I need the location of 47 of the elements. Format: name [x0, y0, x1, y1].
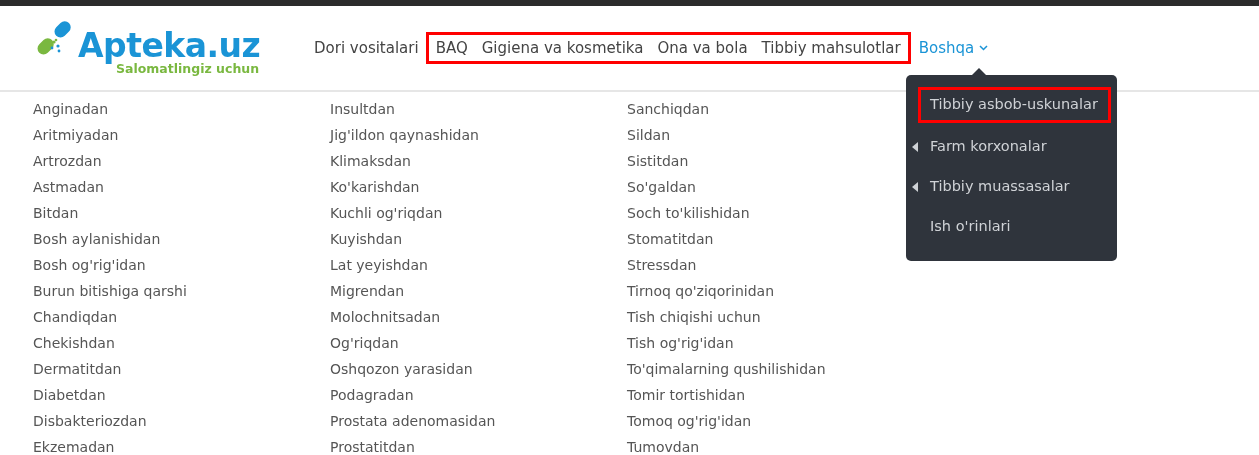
category-link[interactable]: Ko'karishdan [330, 174, 627, 200]
category-link[interactable]: Lat yeyishdan [330, 252, 627, 278]
category-link[interactable]: Kuchli og'riqdan [330, 200, 627, 226]
category-link[interactable]: Prostatitdan [330, 434, 627, 455]
category-link[interactable]: Podagradan [330, 382, 627, 408]
nav-link[interactable]: BAQ [428, 36, 475, 60]
category-link[interactable]: Tish og'rig'idan [627, 330, 924, 356]
category-link[interactable]: Migrendan [330, 278, 627, 304]
category-link[interactable]: Chandiqdan [33, 304, 330, 330]
chevron-down-icon [979, 45, 988, 52]
category-link[interactable]: Artrozdan [33, 148, 330, 174]
category-link[interactable]: Anginadan [33, 96, 330, 122]
menu-item[interactable]: Ish o'rinlari [906, 207, 1117, 247]
logo-tagline: Salomatlingiz uchun [116, 62, 261, 76]
category-link[interactable]: Bitdan [33, 200, 330, 226]
category-link[interactable]: Disbakteriozdan [33, 408, 330, 434]
category-link[interactable]: Bosh aylanishidan [33, 226, 330, 252]
category-link[interactable]: Bosh og'rig'idan [33, 252, 330, 278]
nav-link[interactable]: Dori vositalari [307, 36, 426, 60]
category-link[interactable]: To'qimalarning qushilishidan [627, 356, 924, 382]
nav-link[interactable]: Ona va bola [650, 36, 755, 60]
category-link[interactable]: Dermatitdan [33, 356, 330, 382]
category-link[interactable]: Tumovdan [627, 434, 924, 455]
category-link[interactable]: Jig'ildon qaynashidan [330, 122, 627, 148]
category-link[interactable]: Diabetdan [33, 382, 330, 408]
category-link[interactable]: Ekzemadan [33, 434, 330, 455]
category-link[interactable]: Tomoq og'rig'idan [627, 408, 924, 434]
nav-link[interactable]: Gigiena va kosmetika [474, 36, 651, 60]
menu-item[interactable]: Tibbiy muassasalar [906, 167, 1117, 207]
category-link[interactable]: Molochnitsadan [330, 304, 627, 330]
nav-link[interactable]: Tibbiy mahsulotlar [754, 36, 908, 60]
category-link[interactable]: Og'riqdan [330, 330, 627, 356]
category-link[interactable]: Tomir tortishidan [627, 382, 924, 408]
category-link[interactable]: Oshqozon yarasidan [330, 356, 627, 382]
category-link[interactable]: Burun bitishiga qarshi [33, 278, 330, 304]
category-link[interactable]: Chekishdan [33, 330, 330, 356]
category-link[interactable]: Klimaksdan [330, 148, 627, 174]
category-link[interactable]: Kuyishdan [330, 226, 627, 252]
menu-item[interactable]: Tibbiy asbob-uskunalar [918, 87, 1111, 123]
category-link[interactable]: Tish chiqishi uchun [627, 304, 924, 330]
category-link[interactable]: Stressdan [627, 252, 924, 278]
category-link[interactable]: Prostata adenomasidan [330, 408, 627, 434]
category-link[interactable]: Tirnoq qo'ziqorinidan [627, 278, 924, 304]
category-link[interactable]: Aritmiyadan [33, 122, 330, 148]
menu-item[interactable]: Farm korxonalar [906, 127, 1117, 167]
category-link[interactable]: Insultdan [330, 96, 627, 122]
category-link[interactable]: Astmadan [33, 174, 330, 200]
